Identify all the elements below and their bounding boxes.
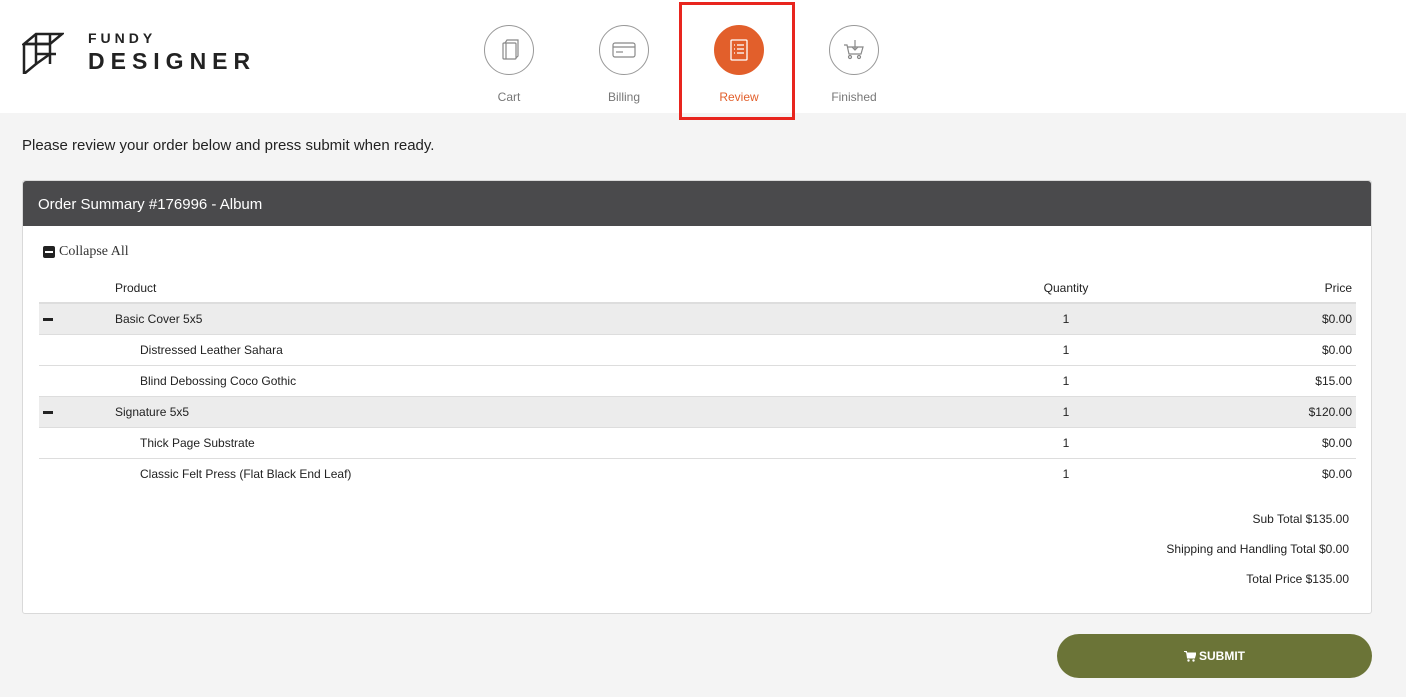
step-billing-label: Billing: [607, 90, 640, 104]
collapse-all-toggle[interactable]: Collapse All: [43, 244, 129, 260]
logo-mark-icon: [22, 32, 64, 74]
table-row: Blind Debossing Coco Gothic 1 $15.00: [39, 365, 1356, 397]
order-totals: Sub Total $135.00 Shipping and Handling …: [1166, 512, 1349, 602]
cart-icon: [844, 40, 864, 60]
product-quantity: 1: [1036, 365, 1096, 397]
table-header-row: Product Quantity Price: [39, 273, 1356, 304]
table-row: Thick Page Substrate 1 $0.00: [39, 427, 1356, 459]
quantity-column-header: Quantity: [1036, 273, 1096, 304]
credit-card-icon: [612, 42, 636, 58]
shopping-cart-icon: [1184, 650, 1196, 662]
product-price: $0.00: [1321, 466, 1352, 481]
shipping-total: Shipping and Handling Total $0.00: [1166, 542, 1349, 556]
product-quantity: 1: [1036, 334, 1096, 366]
table-row: Classic Felt Press (Flat Black End Leaf)…: [39, 458, 1356, 489]
step-finished[interactable]: Finished: [814, 25, 894, 105]
step-finished-circle: [829, 25, 879, 75]
product-price: $0.00: [1096, 303, 1356, 335]
row-toggle[interactable]: [39, 396, 115, 428]
product-name: Basic Cover 5x5: [115, 303, 1036, 335]
step-cart-circle: [484, 25, 534, 75]
step-cart[interactable]: Cart: [469, 25, 549, 105]
product-name: Distressed Leather Sahara: [115, 334, 1036, 366]
minus-square-icon: [43, 246, 55, 258]
product-quantity: 1: [1062, 466, 1070, 481]
row-spacer: [39, 334, 115, 366]
book-icon: [502, 39, 519, 60]
product-quantity: 1: [1036, 303, 1096, 335]
logo-text-bottom: DESIGNER: [88, 48, 257, 74]
submit-label: SUBMIT: [1199, 649, 1245, 663]
total-price: Total Price $135.00: [1246, 572, 1349, 586]
product-price: $120.00: [1096, 396, 1356, 428]
step-billing-circle: [599, 25, 649, 75]
logo-text-top: FUNDY: [88, 30, 157, 46]
table-row: Basic Cover 5x5 1 $0.00: [39, 303, 1356, 335]
step-billing[interactable]: Billing: [584, 25, 664, 105]
row-spacer: [39, 458, 115, 489]
product-name: Thick Page Substrate: [115, 427, 1036, 459]
product-price: $0.00: [1096, 427, 1356, 459]
minus-icon: [43, 410, 53, 414]
step-finished-label: Finished: [831, 90, 877, 104]
product-price: $15.00: [1096, 365, 1356, 397]
order-summary-title: Order Summary #176996 - Album: [23, 181, 1371, 226]
subtotal: Sub Total $135.00: [1252, 512, 1349, 526]
row-toggle[interactable]: [39, 303, 115, 335]
order-items-table: Product Quantity Price Basic Cover 5x5 1…: [39, 273, 1356, 489]
minus-icon: [43, 318, 53, 322]
product-name: Blind Debossing Coco Gothic: [115, 365, 1036, 397]
table-row: Signature 5x5 1 $120.00: [39, 396, 1356, 428]
product-quantity: 1: [1036, 396, 1096, 428]
step-cart-label: Cart: [497, 90, 521, 104]
product-quantity: 1: [1036, 427, 1096, 459]
row-spacer: [39, 427, 115, 459]
product-name: Classic Felt Press (Flat Black End Leaf): [140, 466, 352, 481]
toggle-column-header: [39, 273, 115, 304]
price-column-header: Price: [1096, 273, 1356, 304]
row-spacer: [39, 365, 115, 397]
submit-button[interactable]: SUBMIT: [1057, 634, 1372, 678]
collapse-all-label: Collapse All: [59, 244, 129, 259]
order-summary-panel: Order Summary #176996 - Album Collapse A…: [22, 180, 1372, 614]
product-name: Signature 5x5: [115, 396, 1036, 428]
review-step-highlight: [679, 2, 795, 120]
product-price: $0.00: [1096, 334, 1356, 366]
product-column-header: Product: [115, 273, 1036, 304]
table-row: Distressed Leather Sahara 1 $0.00: [39, 334, 1356, 366]
top-header: FUNDY DESIGNER Cart Billing Review Finis…: [0, 0, 1406, 120]
intro-text: Please review your order below and press…: [22, 137, 435, 154]
fundy-designer-logo[interactable]: FUNDY DESIGNER: [22, 30, 282, 80]
